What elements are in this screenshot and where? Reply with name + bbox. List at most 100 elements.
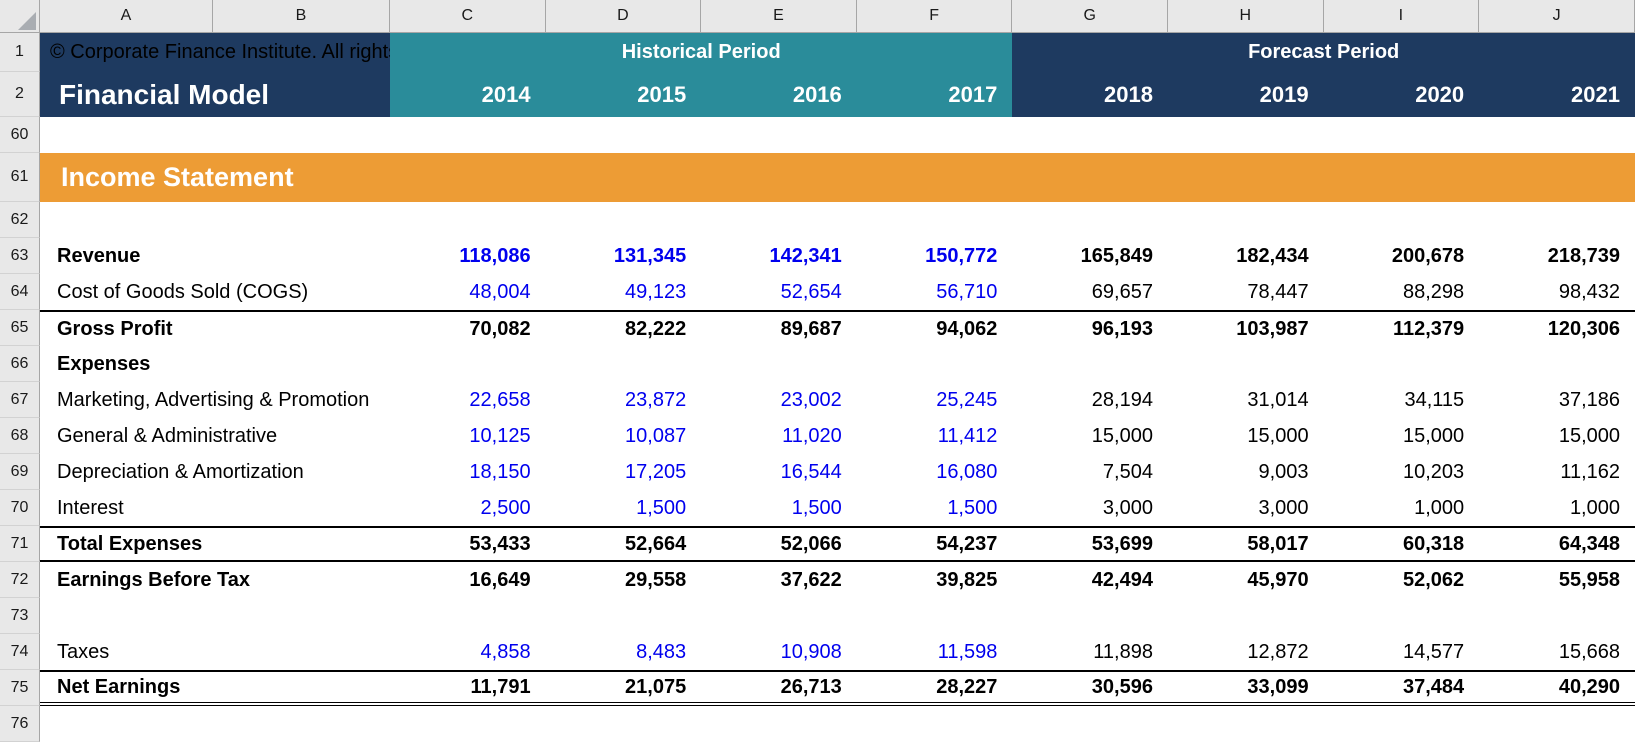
cell-I68[interactable]: 15,000 (1324, 418, 1480, 454)
cell-C67[interactable]: 22,658 (390, 382, 546, 418)
column-header-h[interactable]: H (1168, 0, 1324, 32)
cell-I63[interactable]: 200,678 (1324, 238, 1480, 274)
sheet-title-cell[interactable]: Financial Model (40, 72, 390, 117)
cell-J71[interactable]: 64,348 (1479, 528, 1635, 560)
cell-I74[interactable]: 14,577 (1324, 634, 1480, 670)
cell-F65[interactable]: 94,062 (857, 312, 1013, 346)
cell-D64[interactable]: 49,123 (546, 274, 702, 310)
cell-H68[interactable]: 15,000 (1168, 418, 1324, 454)
cell-J68[interactable]: 15,000 (1479, 418, 1635, 454)
cell-H74[interactable]: 12,872 (1168, 634, 1324, 670)
row-header-63[interactable]: 63 (0, 238, 40, 274)
cell-G74[interactable]: 11,898 (1012, 634, 1168, 670)
column-header-c[interactable]: C (390, 0, 546, 32)
cell-I67[interactable]: 34,115 (1324, 382, 1480, 418)
cell-F63[interactable]: 150,772 (857, 238, 1013, 274)
column-header-a[interactable]: A (40, 0, 213, 32)
cell-F71[interactable]: 54,237 (857, 528, 1013, 560)
cell-A72[interactable]: Earnings Before Tax (40, 562, 390, 598)
cell-G68[interactable]: 15,000 (1012, 418, 1168, 454)
cell-G63[interactable]: 165,849 (1012, 238, 1168, 274)
cell-I75[interactable]: 37,484 (1324, 672, 1480, 702)
cell-C75[interactable]: 11,791 (390, 672, 546, 702)
cell-A74[interactable]: Taxes (40, 634, 390, 670)
cell-C74[interactable]: 4,858 (390, 634, 546, 670)
cell-C64[interactable]: 48,004 (390, 274, 546, 310)
cell-I71[interactable]: 60,318 (1324, 528, 1480, 560)
cell-A67[interactable]: Marketing, Advertising & Promotion (40, 382, 390, 418)
cell-C72[interactable]: 16,649 (390, 562, 546, 598)
cell-G72[interactable]: 42,494 (1012, 562, 1168, 598)
cell-E69[interactable]: 16,544 (701, 454, 857, 490)
cell-F68[interactable]: 11,412 (857, 418, 1013, 454)
cell-J70[interactable]: 1,000 (1479, 490, 1635, 526)
cell-G70[interactable]: 3,000 (1012, 490, 1168, 526)
year-cell-2016[interactable]: 2016 (701, 72, 857, 117)
cell-H65[interactable]: 103,987 (1168, 312, 1324, 346)
row-header-65[interactable]: 65 (0, 310, 40, 346)
row-header-72[interactable]: 72 (0, 562, 40, 598)
row-header-68[interactable]: 68 (0, 418, 40, 454)
select-all-corner[interactable] (0, 0, 40, 32)
row-header-1[interactable]: 1 (0, 33, 40, 72)
cell-D65[interactable]: 82,222 (546, 312, 702, 346)
row-header-2[interactable]: 2 (0, 72, 40, 117)
column-header-b[interactable]: B (213, 0, 390, 32)
cell-H75[interactable]: 33,099 (1168, 672, 1324, 702)
cell-A65[interactable]: Gross Profit (40, 312, 390, 346)
cell-D67[interactable]: 23,872 (546, 382, 702, 418)
cell-J75[interactable]: 40,290 (1479, 672, 1635, 702)
row-header-76[interactable]: 76 (0, 706, 40, 742)
year-cell-2014[interactable]: 2014 (390, 72, 546, 117)
cell-F75[interactable]: 28,227 (857, 672, 1013, 702)
cell-A64[interactable]: Cost of Goods Sold (COGS) (40, 274, 390, 310)
cell-J72[interactable]: 55,958 (1479, 562, 1635, 598)
cell-E65[interactable]: 89,687 (701, 312, 857, 346)
cell-A69[interactable]: Depreciation & Amortization (40, 454, 390, 490)
row-header-62[interactable]: 62 (0, 202, 40, 238)
cell-J67[interactable]: 37,186 (1479, 382, 1635, 418)
copyright-cell[interactable]: © Corporate Finance Institute. All right… (40, 33, 390, 72)
row-header-67[interactable]: 67 (0, 382, 40, 418)
cell-D75[interactable]: 21,075 (546, 672, 702, 702)
cell-F74[interactable]: 11,598 (857, 634, 1013, 670)
cell-C71[interactable]: 53,433 (390, 528, 546, 560)
cell-J69[interactable]: 11,162 (1479, 454, 1635, 490)
cell-J63[interactable]: 218,739 (1479, 238, 1635, 274)
cell-C70[interactable]: 2,500 (390, 490, 546, 526)
year-cell-2017[interactable]: 2017 (857, 72, 1013, 117)
cell-H71[interactable]: 58,017 (1168, 528, 1324, 560)
cell-G71[interactable]: 53,699 (1012, 528, 1168, 560)
cell-H69[interactable]: 9,003 (1168, 454, 1324, 490)
cell-E63[interactable]: 142,341 (701, 238, 857, 274)
row-header-69[interactable]: 69 (0, 454, 40, 490)
column-header-i[interactable]: I (1324, 0, 1480, 32)
cell-A75[interactable]: Net Earnings (40, 672, 390, 702)
cell-C68[interactable]: 10,125 (390, 418, 546, 454)
cell-G67[interactable]: 28,194 (1012, 382, 1168, 418)
cell-H70[interactable]: 3,000 (1168, 490, 1324, 526)
cell-G64[interactable]: 69,657 (1012, 274, 1168, 310)
row-header-75[interactable]: 75 (0, 670, 40, 706)
section-header-cell[interactable]: Income Statement (40, 153, 1635, 202)
cell-E68[interactable]: 11,020 (701, 418, 857, 454)
cell-I72[interactable]: 52,062 (1324, 562, 1480, 598)
cell-E71[interactable]: 52,066 (701, 528, 857, 560)
cell-D69[interactable]: 17,205 (546, 454, 702, 490)
cell-G69[interactable]: 7,504 (1012, 454, 1168, 490)
cell-D68[interactable]: 10,087 (546, 418, 702, 454)
cell-F67[interactable]: 25,245 (857, 382, 1013, 418)
cell-J65[interactable]: 120,306 (1479, 312, 1635, 346)
cell-A66[interactable]: Expenses (40, 346, 390, 382)
row-header-64[interactable]: 64 (0, 274, 40, 310)
cell-H72[interactable]: 45,970 (1168, 562, 1324, 598)
row-header-74[interactable]: 74 (0, 634, 40, 670)
row-header-73[interactable]: 73 (0, 598, 40, 634)
cell-I65[interactable]: 112,379 (1324, 312, 1480, 346)
row-header-71[interactable]: 71 (0, 526, 40, 562)
cell-F70[interactable]: 1,500 (857, 490, 1013, 526)
year-cell-2021[interactable]: 2021 (1479, 72, 1635, 117)
cell-C63[interactable]: 118,086 (390, 238, 546, 274)
cell-E70[interactable]: 1,500 (701, 490, 857, 526)
cell-G75[interactable]: 30,596 (1012, 672, 1168, 702)
